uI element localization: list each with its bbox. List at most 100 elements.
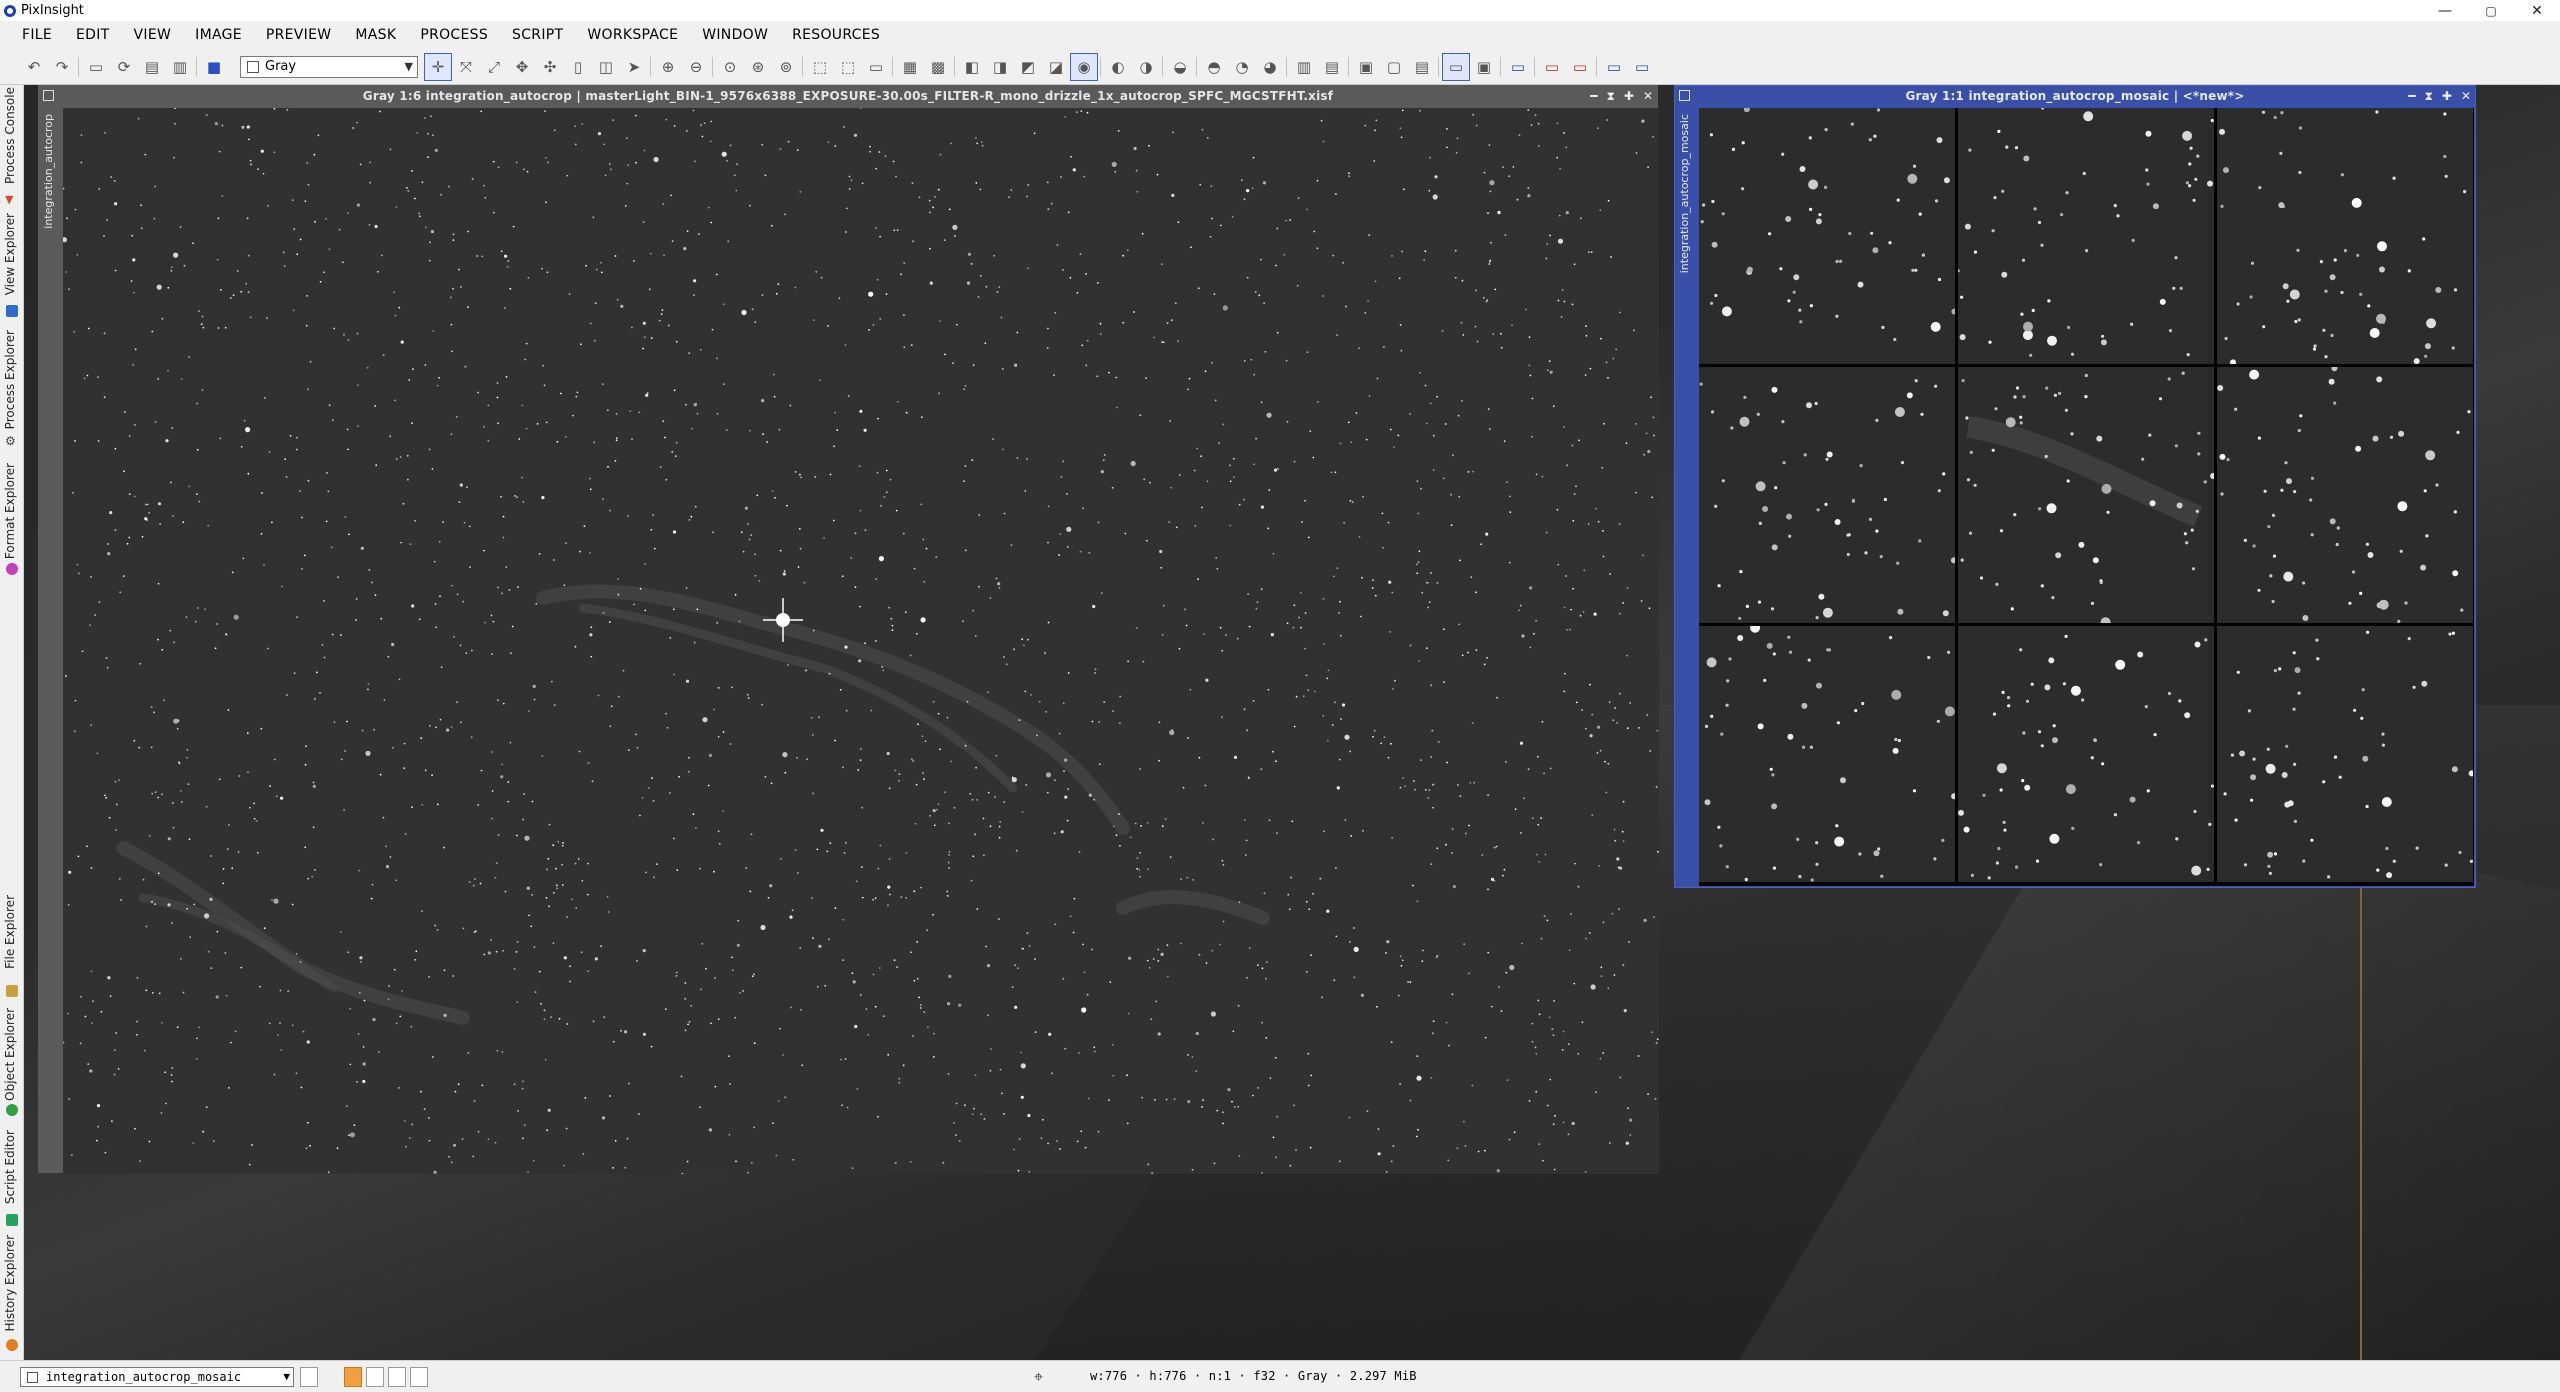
mask-enable-icon[interactable]: ◪ [1042, 53, 1070, 81]
auto-stretch-icon[interactable]: ◒ [1166, 53, 1194, 81]
preview-delete-icon[interactable]: ▭ [862, 53, 890, 81]
menu-mask[interactable]: MASK [345, 21, 410, 49]
view-options-icon[interactable] [300, 1367, 318, 1387]
swatch-2[interactable] [366, 1367, 384, 1387]
pointer-icon[interactable]: ➤ [620, 53, 648, 81]
stf-green-icon[interactable]: ◕ [1256, 53, 1284, 81]
window-menu-icon[interactable] [1679, 90, 1690, 101]
workspace-5-icon[interactable]: ▭ [1566, 53, 1594, 81]
zoom-out-icon[interactable]: ⊖ [682, 53, 710, 81]
workspace-1-icon[interactable]: ▭ [1442, 52, 1470, 81]
stf-24bit-icon[interactable]: ◓ [1200, 53, 1228, 81]
workspace-3-icon[interactable]: ▭ [1504, 53, 1532, 81]
dock-tab-process-console[interactable]: Process Console ▼ [0, 87, 24, 209]
workspace-7-icon[interactable]: ▭ [1628, 53, 1656, 81]
menu-file[interactable]: FILE [0, 21, 66, 49]
stf-icon[interactable]: ◉ [1070, 52, 1098, 81]
stf-red-icon[interactable]: ◔ [1228, 53, 1256, 81]
mask-show-icon[interactable]: ◧ [958, 53, 986, 81]
preview-edit-icon[interactable]: ⬚ [834, 53, 862, 81]
fit-view-icon[interactable]: ▦ [896, 53, 924, 81]
page-icon[interactable]: ▯ [564, 53, 592, 81]
view-id-tab[interactable]: integration_autocrop [42, 114, 55, 229]
explorer-c-icon[interactable]: ▤ [1408, 53, 1436, 81]
preview-new-icon[interactable]: ⬚ [806, 53, 834, 81]
zoom-1-1-icon[interactable]: ⊙ [716, 53, 744, 81]
image-canvas[interactable] [63, 108, 1659, 1174]
open-file-icon[interactable]: ▭ [82, 53, 110, 81]
stf-reset-icon[interactable]: ◑ [1132, 53, 1160, 81]
menu-resources[interactable]: RESOURCES [782, 21, 894, 49]
window-close-icon[interactable]: ✕ [1643, 89, 1653, 103]
dock-tab-object-explorer[interactable]: Object Explorer [0, 1008, 24, 1120]
dock-tab-format-explorer[interactable]: Format Explorer [0, 463, 24, 581]
move-icon[interactable]: ✣ [536, 53, 564, 81]
window-menu-icon[interactable] [43, 90, 54, 101]
workspace-2-icon[interactable]: ▣ [1470, 53, 1498, 81]
window-minimize-icon[interactable]: ━ [1590, 89, 1597, 103]
window-maximize-icon[interactable]: ✚ [1624, 89, 1634, 103]
star [1275, 1156, 1277, 1159]
minimize-button[interactable]: — [2422, 0, 2468, 21]
menu-script[interactable]: SCRIPT [502, 21, 577, 49]
redo-icon[interactable]: ↷ [48, 53, 76, 81]
zoom-optimal-icon[interactable]: ⊚ [772, 53, 800, 81]
mask-hide-icon[interactable]: ◨ [986, 53, 1014, 81]
maximize-button[interactable]: ▢ [2468, 0, 2514, 21]
star [750, 534, 753, 536]
window-maximize-icon[interactable]: ✚ [2442, 89, 2452, 103]
color-cube-icon[interactable]: ■ [200, 53, 228, 81]
workspace-6-icon[interactable]: ▭ [1600, 53, 1628, 81]
save-as-icon[interactable]: ▥ [166, 53, 194, 81]
mask-invert-icon[interactable]: ◩ [1014, 53, 1042, 81]
explorer-a-icon[interactable]: ▣ [1352, 53, 1380, 81]
dock-left-icon[interactable]: ▥ [1290, 53, 1318, 81]
dock-tab-view-explorer[interactable]: View Explorer [0, 213, 24, 323]
save-icon[interactable]: ▤ [138, 53, 166, 81]
star [260, 727, 263, 730]
star [648, 288, 651, 291]
workspace-4-icon[interactable]: ▭ [1538, 53, 1566, 81]
star [110, 176, 113, 178]
view-id-tab[interactable]: integration_autocrop_mosaic [1678, 114, 1691, 273]
dock-tab-script-editor[interactable]: Script Editor [0, 1130, 24, 1230]
view-selector[interactable]: integration_autocrop_mosaic ▼ [20, 1367, 294, 1387]
explorer-b-icon[interactable]: ▢ [1380, 53, 1408, 81]
menu-workspace[interactable]: WORKSPACE [577, 21, 692, 49]
star [113, 1073, 116, 1076]
window-minimize-icon[interactable]: ━ [2408, 89, 2415, 103]
close-button[interactable]: ✕ [2514, 0, 2560, 21]
dock-right-icon[interactable]: ▤ [1318, 53, 1346, 81]
readout-mode-icon[interactable]: ✛ [424, 52, 452, 81]
menu-image[interactable]: IMAGE [185, 21, 256, 49]
full-view-icon[interactable]: ▩ [924, 53, 952, 81]
dock-tab-history-explorer[interactable]: History Explorer [0, 1235, 24, 1355]
window-shade-icon[interactable]: ⧗ [2424, 89, 2432, 104]
refresh-icon[interactable]: ⟳ [110, 53, 138, 81]
swatch-3[interactable] [388, 1367, 406, 1387]
mask-color-swatch[interactable] [344, 1367, 362, 1387]
undo-icon[interactable]: ↶ [20, 53, 48, 81]
zoom-fullscreen-icon[interactable]: ⤢ [480, 53, 508, 81]
menu-window[interactable]: WINDOW [692, 21, 782, 49]
zoom-in-icon[interactable]: ⊕ [654, 53, 682, 81]
menu-edit[interactable]: EDIT [66, 21, 124, 49]
stf-link-icon[interactable]: ◐ [1104, 53, 1132, 81]
dock-tab-process-explorer[interactable]: Process Explorer ⚙ [0, 330, 24, 450]
star [1391, 836, 1393, 839]
pan-icon[interactable]: ✥ [508, 53, 536, 81]
window-shade-icon[interactable]: ⧗ [1606, 89, 1614, 104]
image-window-integration-autocrop-mosaic[interactable]: Gray 1:1 integration_autocrop_mosaic | <… [1674, 85, 2476, 888]
swatch-4[interactable] [410, 1367, 428, 1387]
menu-view[interactable]: VIEW [124, 21, 186, 49]
dock-tab-file-explorer[interactable]: File Explorer [0, 895, 24, 1000]
menu-preview[interactable]: PREVIEW [256, 21, 346, 49]
menu-process[interactable]: PROCESS [410, 21, 502, 49]
window-close-icon[interactable]: ✕ [2461, 89, 2471, 103]
colorspace-select[interactable]: Gray ▼ [240, 55, 418, 78]
mosaic-canvas[interactable] [1699, 108, 2474, 886]
zoom-2-1-icon[interactable]: ⊛ [744, 53, 772, 81]
image-window-integration-autocrop[interactable]: Gray 1:6 integration_autocrop | masterLi… [38, 85, 1659, 1174]
dynamic-crop-icon[interactable]: ◫ [592, 53, 620, 81]
zoom-fit-icon[interactable]: ⤧ [452, 53, 480, 81]
